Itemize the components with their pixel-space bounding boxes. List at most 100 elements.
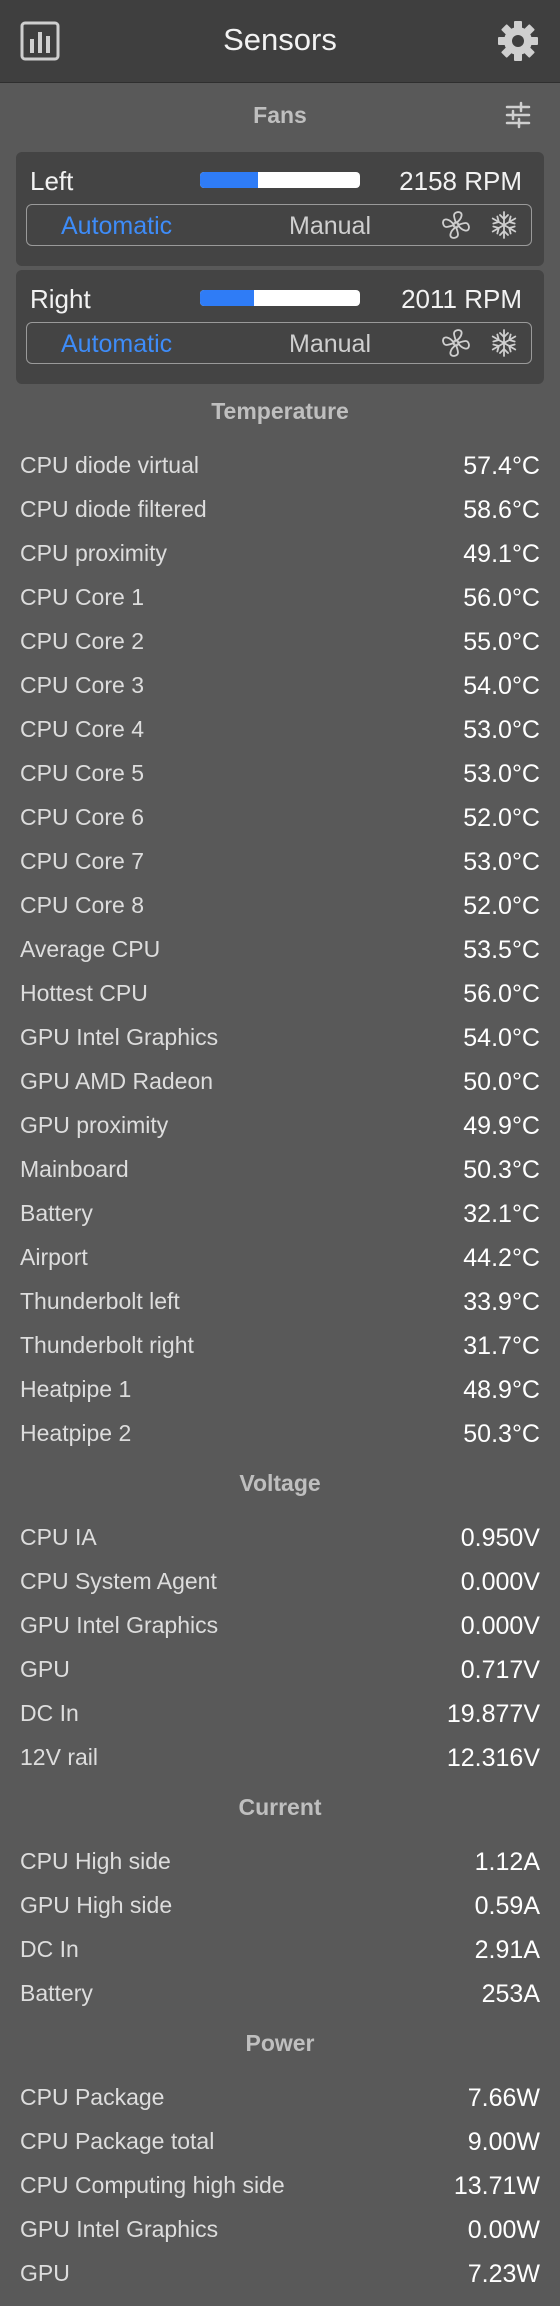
sensor-value: 52.0°C — [463, 804, 540, 832]
sliders-icon[interactable] — [504, 101, 532, 129]
sensor-row: CPU Package 7.66W — [0, 2084, 560, 2128]
sensor-value: 13.71W — [453, 2172, 540, 2200]
sensor-value: 12.316V — [446, 1744, 540, 1772]
sensor-value: 50.0°C — [463, 1068, 540, 1096]
sensor-label: CPU Core 3 — [20, 672, 144, 698]
sensor-label: Heatpipe 1 — [20, 1376, 132, 1402]
sensor-row: GPU Intel Graphics 0.000V — [0, 1612, 560, 1656]
sensor-row: Thunderbolt right 31.7°C — [0, 1332, 560, 1376]
sensor-value: 53.0°C — [463, 716, 540, 744]
sensor-value: 0.950V — [460, 1524, 540, 1552]
sensor-value: 50.3°C — [463, 1156, 540, 1184]
mode-manual-button[interactable]: Manual — [289, 330, 371, 359]
mode-automatic-button[interactable]: Automatic — [61, 212, 172, 241]
sensor-value: 0.59A — [474, 1892, 540, 1920]
sensor-row: Airport 44.2°C — [0, 1244, 560, 1288]
mode-automatic-button[interactable]: Automatic — [61, 330, 172, 359]
sensor-value: 9.00W — [467, 2128, 540, 2156]
sensor-row: CPU Core 1 56.0°C — [0, 584, 560, 628]
sensor-label: CPU proximity — [20, 540, 167, 566]
sensor-value: 7.66W — [467, 2084, 540, 2112]
gear-icon[interactable] — [497, 20, 539, 62]
sensor-value: 56.0°C — [463, 584, 540, 612]
sensor-label: CPU Package — [20, 2084, 165, 2110]
sensor-label: CPU diode virtual — [20, 452, 199, 478]
sensor-label: Battery — [20, 1980, 93, 2006]
sensor-label: Mainboard — [20, 1156, 129, 1182]
sensor-label: CPU Core 5 — [20, 760, 144, 786]
sensor-value: 56.0°C — [463, 980, 540, 1008]
sensor-row: CPU Core 4 53.0°C — [0, 716, 560, 760]
sensor-value: 33.9°C — [463, 1288, 540, 1316]
sensor-row: Average CPU 53.5°C — [0, 936, 560, 980]
sensor-label: GPU — [20, 2260, 70, 2286]
fan-right: Right 2011 RPM Automatic Manual — [16, 270, 544, 384]
sensor-row: CPU Computing high side 13.71W — [0, 2172, 560, 2216]
fan-name: Left — [30, 166, 74, 196]
fan-speed-bar — [200, 172, 360, 188]
fan-speed-bar — [200, 290, 360, 306]
fan-mode-control: Automatic Manual — [26, 204, 532, 246]
sensor-value: 55.0°C — [463, 628, 540, 656]
sensor-value: 0.000V — [460, 1568, 540, 1596]
sensor-label: CPU Core 7 — [20, 848, 144, 874]
sensor-row: CPU diode filtered 58.6°C — [0, 496, 560, 540]
sensor-row: Heatpipe 2 50.3°C — [0, 1420, 560, 1464]
sensor-label: CPU High side — [20, 1848, 171, 1874]
sensor-row: GPU Intel Graphics 0.00W — [0, 2216, 560, 2260]
voltage-header: Voltage — [239, 1470, 321, 1496]
mode-manual-button[interactable]: Manual — [289, 212, 371, 241]
sensor-label: GPU Intel Graphics — [20, 1612, 219, 1638]
sensor-row: GPU Intel Graphics 54.0°C — [0, 1024, 560, 1068]
sensor-row: CPU IA 0.950V — [0, 1524, 560, 1568]
fan-left: Left 2158 RPM Automatic Manual — [16, 152, 544, 266]
sensor-label: CPU Core 2 — [20, 628, 144, 654]
sensor-label: Hottest CPU — [20, 980, 148, 1006]
sensor-row: CPU Core 8 52.0°C — [0, 892, 560, 936]
sensor-row: Mainboard 50.3°C — [0, 1156, 560, 1200]
fans-header: Fans — [253, 102, 307, 128]
sensor-label: Average CPU — [20, 936, 161, 962]
sensor-value: 19.877V — [446, 1700, 540, 1728]
sensor-label: CPU Package total — [20, 2128, 215, 2154]
sensor-label: CPU IA — [20, 1524, 97, 1550]
sensor-value: 32.1°C — [463, 1200, 540, 1228]
sensor-value: 52.0°C — [463, 892, 540, 920]
sensor-value: 0.717V — [460, 1656, 540, 1684]
sensor-label: GPU proximity — [20, 1112, 169, 1138]
power-header: Power — [245, 2030, 315, 2056]
sensor-label: CPU Core 1 — [20, 584, 144, 610]
sensor-value: 58.6°C — [463, 496, 540, 524]
sensor-value: 1.12A — [474, 1848, 540, 1876]
sensor-row: GPU proximity 49.9°C — [0, 1112, 560, 1156]
sensor-row: DC In 2.91A — [0, 1936, 560, 1980]
sensor-label: Thunderbolt right — [20, 1332, 194, 1358]
sensor-value: 53.5°C — [463, 936, 540, 964]
fan-speed-fill — [200, 172, 258, 188]
fan-icon[interactable] — [441, 328, 471, 358]
snowflake-icon[interactable] — [489, 210, 519, 240]
sensor-row: CPU System Agent 0.000V — [0, 1568, 560, 1612]
sensor-value: 0.00W — [467, 2216, 540, 2244]
sensor-value: 57.4°C — [463, 452, 540, 480]
sensor-label: GPU Intel Graphics — [20, 2216, 219, 2242]
sensor-row: CPU High side 1.12A — [0, 1848, 560, 1892]
fan-icon[interactable] — [441, 210, 471, 240]
fan-rpm: 2011 RPM — [401, 284, 522, 314]
fan-name: Right — [30, 284, 91, 314]
sensor-row: Thunderbolt left 33.9°C — [0, 1288, 560, 1332]
sensor-label: Heatpipe 2 — [20, 1420, 132, 1446]
sensor-label: 12V rail — [20, 1744, 98, 1770]
sensor-row: CPU Package total 9.00W — [0, 2128, 560, 2172]
sensor-label: CPU Core 6 — [20, 804, 144, 830]
sensor-row: GPU AMD Radeon 50.0°C — [0, 1068, 560, 1112]
sensor-label: CPU Core 8 — [20, 892, 144, 918]
sensor-label: GPU Intel Graphics — [20, 1024, 219, 1050]
sensor-label: Battery — [20, 1200, 93, 1226]
sensor-row: CPU proximity 49.1°C — [0, 540, 560, 584]
sensor-value: 31.7°C — [463, 1332, 540, 1360]
sensor-value: 53.0°C — [463, 848, 540, 876]
sensor-label: CPU diode filtered — [20, 496, 207, 522]
snowflake-icon[interactable] — [489, 328, 519, 358]
sensor-value: 50.3°C — [463, 1420, 540, 1448]
